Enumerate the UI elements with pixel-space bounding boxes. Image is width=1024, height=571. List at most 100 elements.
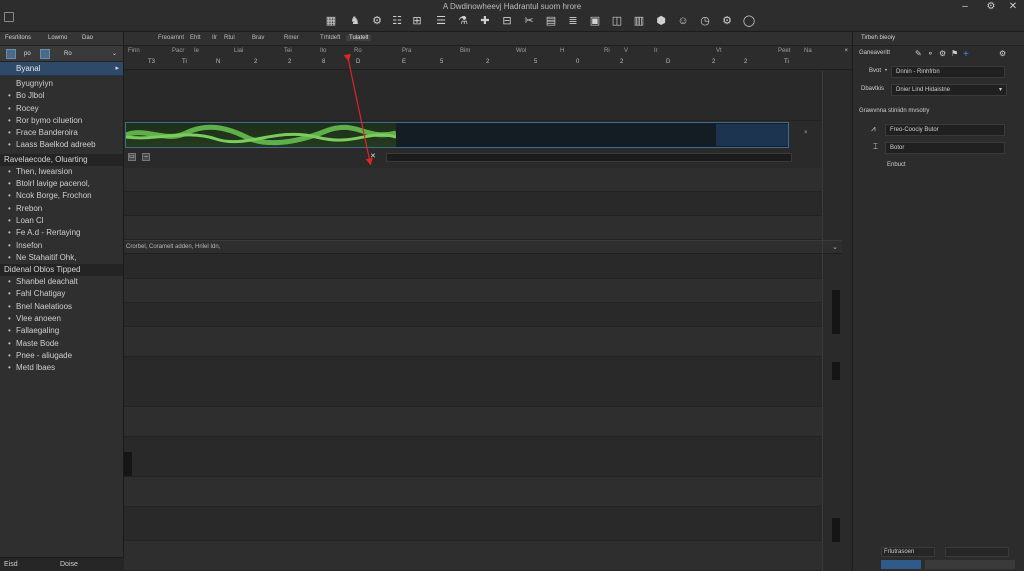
minimize-icon[interactable]: – xyxy=(960,2,970,12)
scroll-handle[interactable] xyxy=(832,518,840,542)
list-item[interactable]: Vlee anoeen xyxy=(0,313,123,326)
track-lane[interactable] xyxy=(124,357,822,407)
ruler-close-icon[interactable]: × xyxy=(844,48,848,54)
list-item[interactable]: Rrebon xyxy=(0,203,123,216)
list-item[interactable]: Byugnyiyn xyxy=(0,78,123,90)
sliders-icon[interactable]: ☷ xyxy=(390,14,404,28)
monitor-icon[interactable]: ▣ xyxy=(588,14,602,28)
track-lane[interactable] xyxy=(124,168,822,192)
selected-item[interactable]: Byanal ▸ xyxy=(0,62,123,76)
timeline-tab-active[interactable]: Tulatelt xyxy=(346,35,372,41)
list-item[interactable]: Ncok Borge, Frochon xyxy=(0,190,123,203)
add-filter-icon[interactable]: ⚑ xyxy=(951,49,958,58)
group-header[interactable]: Didenal Oblos Tipped xyxy=(0,264,123,277)
tab-lowmo[interactable]: Lowmo xyxy=(48,35,67,41)
time-ruler[interactable]: Finn Pacr Ie Liai Tei Ilo Ro Pra Bim Wol… xyxy=(124,46,852,70)
tab-dao[interactable]: Dao xyxy=(82,35,93,41)
cross-icon[interactable]: ✚ xyxy=(478,14,492,28)
add-icon[interactable]: + xyxy=(963,49,969,60)
gear-icon[interactable]: ⚙ xyxy=(370,14,384,28)
timeline-tab[interactable]: Freoarnnt xyxy=(158,35,184,41)
chevron-down-icon[interactable]: ▾ xyxy=(999,86,1002,93)
lock-icon[interactable]: ⚬ xyxy=(927,49,934,58)
list-item[interactable]: Ror bymo ciluetion xyxy=(0,115,123,128)
track-lane[interactable] xyxy=(124,327,822,357)
list-item[interactable]: Shanbel deachalt xyxy=(0,276,123,289)
list-item[interactable]: Fallaegaling xyxy=(0,325,123,338)
clock-icon[interactable]: ◷ xyxy=(698,14,712,28)
track-lane[interactable] xyxy=(124,477,822,507)
track-lane[interactable] xyxy=(124,437,822,477)
list-item[interactable]: Then, lwearsion xyxy=(0,166,123,179)
list-item[interactable]: Insefon xyxy=(0,240,123,253)
scrub-bar[interactable] xyxy=(386,153,792,162)
list-item[interactable]: Ne Stahaitif Ohk, xyxy=(0,252,123,265)
track-lane[interactable] xyxy=(124,303,822,327)
tool-ro[interactable]: Ro xyxy=(64,49,72,59)
timeline-tab[interactable]: Brav xyxy=(252,35,264,41)
folder-icon[interactable] xyxy=(6,49,16,59)
track-lane[interactable] xyxy=(124,541,822,571)
list-item[interactable]: Frace Banderoira xyxy=(0,127,123,140)
footer-eisd[interactable]: Eisd xyxy=(4,561,18,568)
apply-button[interactable] xyxy=(881,560,921,569)
grid-small-icon[interactable]: ⊞ xyxy=(410,14,424,28)
audio-clip[interactable] xyxy=(125,122,789,148)
track-lane[interactable] xyxy=(124,279,822,303)
grid-icon[interactable]: ▦ xyxy=(324,14,338,28)
track-lane[interactable] xyxy=(124,255,822,279)
stack-icon[interactable]: ≣ xyxy=(566,14,580,28)
smiley-icon[interactable]: ☺ xyxy=(676,14,690,28)
circle-icon[interactable]: ◯ xyxy=(742,14,756,28)
split-icon[interactable]: ⊟ xyxy=(500,14,514,28)
shield-icon[interactable]: ⬢ xyxy=(654,14,668,28)
track-lane[interactable] xyxy=(124,507,822,541)
effect-field[interactable]: Botor xyxy=(885,142,1005,154)
property-dropdown[interactable]: Dnier Lind Hidaistne xyxy=(891,84,1007,96)
panel-icon[interactable]: ◫ xyxy=(610,14,624,28)
list-item[interactable]: Maste Bode xyxy=(0,338,123,351)
list-item[interactable]: Pnee - aliugade xyxy=(0,350,123,363)
timeline-tab[interactable]: Rmer xyxy=(284,35,299,41)
effect-field[interactable]: Freo-Coociy Butor xyxy=(885,124,1005,136)
settings-gear-icon[interactable]: ⚙ xyxy=(986,2,996,12)
timeline-tab[interactable]: Ilr xyxy=(212,35,217,41)
section-header[interactable]: Crorbel, Coramelt adden, Hrilel Idn, ⌄ xyxy=(124,240,842,254)
close-icon[interactable]: ✕ xyxy=(1008,2,1018,12)
clip-close-icon[interactable]: × xyxy=(804,130,808,136)
scroll-handle[interactable] xyxy=(124,452,132,476)
timeline-tab[interactable]: Ehtt xyxy=(190,35,201,41)
list-item[interactable]: Loan Cl xyxy=(0,215,123,228)
settings-icon[interactable]: ⚙ xyxy=(999,49,1006,58)
funnel-icon[interactable]: ⚗ xyxy=(456,14,470,28)
list-item[interactable]: Metd lbaes xyxy=(0,362,123,375)
list-item[interactable]: Fahl Chatigay xyxy=(0,288,123,301)
scroll-handle[interactable] xyxy=(832,362,840,380)
square-icon[interactable] xyxy=(40,49,50,59)
list-item[interactable]: Laass Baelkod adreeb xyxy=(0,139,123,152)
layers-icon[interactable]: ☰ xyxy=(434,14,448,28)
timeline-tab[interactable]: Rtul xyxy=(224,35,235,41)
track-lane[interactable] xyxy=(124,192,822,216)
app-menu-icon[interactable] xyxy=(4,12,14,22)
screen-icon[interactable]: ▭ xyxy=(128,153,136,161)
footer-bar[interactable] xyxy=(925,560,1015,569)
list-item[interactable]: Bnel Naelatioos xyxy=(0,301,123,314)
list-item[interactable]: Bo Jlbol xyxy=(0,90,123,103)
list-item[interactable]: Rocey xyxy=(0,103,123,116)
tool-po[interactable]: po xyxy=(24,49,31,59)
bookmark-icon[interactable]: ▤ xyxy=(544,14,558,28)
footer-dropdown[interactable]: Frlutrasoen xyxy=(881,547,935,557)
track-lane[interactable] xyxy=(124,71,822,121)
chevron-down-icon[interactable]: ⌄ xyxy=(832,243,838,251)
track-lane[interactable] xyxy=(124,407,822,437)
property-field[interactable]: Dnnin - Rinhfrbn xyxy=(891,66,1005,78)
minus-icon[interactable]: – xyxy=(142,153,150,161)
scissors-icon[interactable]: ✂ xyxy=(522,14,536,28)
layout-icon[interactable]: ▥ xyxy=(632,14,646,28)
settings-icon[interactable]: ⚙ xyxy=(720,14,734,28)
gear-icon[interactable]: ⚙ xyxy=(939,49,946,58)
track-lane[interactable] xyxy=(124,216,822,240)
expand-arrow-icon[interactable]: ▸ xyxy=(115,64,119,72)
footer-doise[interactable]: Doise xyxy=(60,561,78,568)
